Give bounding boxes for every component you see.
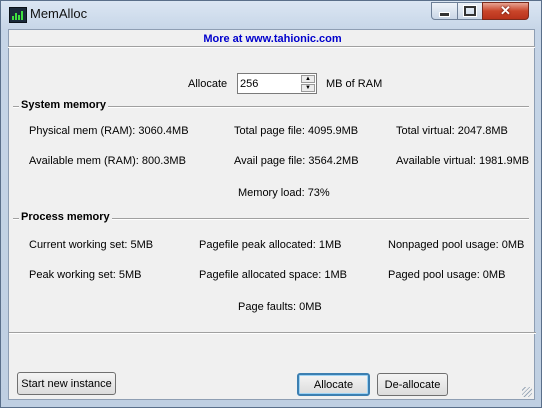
minimize-icon	[439, 11, 450, 17]
available-virtual: Available virtual: 1981.9MB	[396, 155, 530, 167]
allocate-amount-input[interactable]	[240, 76, 298, 91]
spin-up-button[interactable]: ▲	[301, 75, 315, 83]
unit-label: MB of RAM	[326, 78, 383, 90]
system-memory-group: System memory Physical mem (RAM): 3060.4…	[13, 99, 530, 215]
allocate-button[interactable]: Allocate	[297, 373, 370, 396]
group-title: Process memory	[19, 211, 112, 223]
avail-page-file: Avail page file: 3564.2MB	[234, 155, 359, 167]
website-link[interactable]: More at www.tahionic.com	[9, 33, 536, 45]
maximize-icon	[464, 6, 476, 16]
available-mem: Available mem (RAM): 800.3MB	[29, 155, 186, 167]
window-title: MemAlloc	[30, 6, 88, 21]
memory-chart-icon	[9, 7, 27, 23]
current-working-set: Current working set: 5MB	[29, 239, 154, 251]
close-button[interactable]: ✕	[482, 2, 529, 20]
app-window: MemAlloc ✕ More at www.tahionic.com Allo…	[0, 0, 542, 408]
client-area: More at www.tahionic.com Allocate ▲ ▼ MB…	[8, 29, 536, 400]
page-faults: Page faults: 0MB	[238, 301, 322, 313]
title-bar[interactable]: MemAlloc ✕	[1, 1, 541, 27]
allocate-spinbox[interactable]: ▲ ▼	[237, 73, 317, 94]
allocate-label: Allocate	[188, 78, 228, 90]
total-virtual: Total virtual: 2047.8MB	[396, 125, 508, 137]
spin-down-button[interactable]: ▼	[301, 84, 315, 92]
total-page-file: Total page file: 4095.9MB	[234, 125, 359, 137]
deallocate-button[interactable]: De-allocate	[377, 373, 448, 396]
memory-load: Memory load: 73%	[238, 187, 330, 199]
peak-working-set: Peak working set: 5MB	[29, 269, 142, 281]
close-icon: ✕	[500, 3, 511, 18]
group-title: System memory	[19, 99, 108, 111]
paged-pool: Paged pool usage: 0MB	[388, 269, 506, 281]
resize-grip[interactable]	[522, 387, 532, 397]
start-new-instance-button[interactable]: Start new instance	[17, 372, 116, 395]
chevron-up-icon: ▲	[305, 76, 311, 82]
pagefile-space: Pagefile allocated space: 1MB	[199, 269, 347, 281]
chevron-down-icon: ▼	[305, 85, 311, 91]
nonpaged-pool: Nonpaged pool usage: 0MB	[388, 239, 525, 251]
minimize-button[interactable]	[431, 2, 458, 20]
maximize-button[interactable]	[457, 2, 483, 20]
divider	[9, 332, 536, 334]
process-memory-group: Process memory Current working set: 5MB …	[13, 211, 529, 327]
divider	[8, 46, 535, 48]
physical-mem: Physical mem (RAM): 3060.4MB	[29, 125, 189, 137]
pagefile-peak: Pagefile peak allocated: 1MB	[199, 239, 342, 251]
